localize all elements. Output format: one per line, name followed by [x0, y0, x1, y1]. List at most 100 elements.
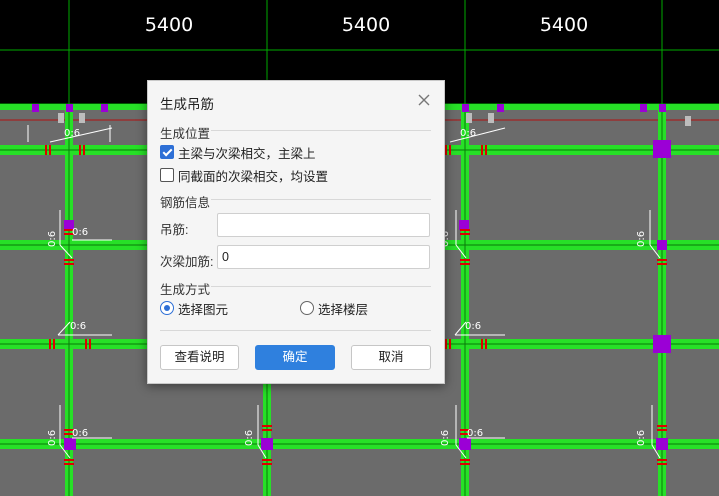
beam-annotation: 0:6 — [440, 429, 451, 446]
hanger-bar-mark — [64, 463, 74, 465]
hanger-bar-mark — [49, 145, 51, 155]
section-label-rebar: 钢筋信息 — [160, 196, 211, 210]
column — [653, 335, 671, 353]
hanger-bar-mark — [657, 463, 667, 465]
secondary-add-label: 次梁加筋: — [160, 255, 214, 269]
section-marker — [685, 116, 691, 126]
section-divider — [160, 330, 431, 331]
beam-annotation: 0:6 — [465, 321, 482, 332]
hanger-input[interactable] — [217, 213, 430, 237]
secondary-add-input[interactable]: 0 — [217, 245, 430, 269]
column — [32, 104, 39, 112]
radio-unselected-icon — [300, 301, 314, 315]
beam-annotation: 0:6 — [467, 428, 484, 439]
column — [64, 438, 76, 450]
beam-annotation: 0:6 — [636, 429, 647, 446]
hanger-bar-mark — [445, 145, 447, 155]
section-marker — [58, 113, 64, 123]
hanger-bar-mark — [485, 339, 487, 349]
hanger-bar-mark — [53, 339, 55, 349]
ok-button[interactable]: 确定 — [255, 345, 335, 370]
column — [657, 240, 667, 250]
column — [462, 104, 469, 112]
column — [459, 220, 469, 230]
hanger-bar-mark — [64, 259, 74, 261]
beam-annotation: 0:6 — [460, 128, 477, 139]
hanger-bar-mark — [262, 429, 272, 431]
beam-annotation: 0:6 — [72, 227, 89, 238]
select-floor-radio[interactable]: 选择楼层 — [300, 300, 369, 317]
section-marker — [79, 113, 85, 123]
hanger-bar-mark — [449, 145, 451, 155]
hanger-bar-mark — [262, 425, 272, 427]
main-secondary-intersect-checkbox[interactable]: 主梁与次梁相交，主梁上 — [160, 144, 316, 161]
checkbox-label: 主梁与次梁相交，主梁上 — [178, 146, 316, 161]
dimension-label: 5400 — [539, 14, 589, 36]
column — [261, 438, 273, 450]
beam-annotation: 0:6 — [47, 429, 58, 446]
hanger-bar-mark — [460, 463, 470, 465]
hanger-bar-mark — [445, 339, 447, 349]
column — [459, 438, 471, 450]
column — [640, 104, 647, 112]
hanger-bar-mark — [79, 145, 81, 155]
hanger-bar-mark — [45, 145, 47, 155]
column — [101, 104, 108, 112]
cancel-button[interactable]: 取消 — [351, 345, 431, 370]
hanger-bar-mark — [460, 459, 470, 461]
help-button[interactable]: 查看说明 — [160, 345, 239, 370]
hanger-bar-mark — [481, 145, 483, 155]
hanger-label: 吊筋: — [160, 223, 189, 237]
section-marker — [488, 113, 494, 123]
checkbox-checked-icon — [160, 145, 174, 159]
hanger-bar-mark — [657, 425, 667, 427]
beam-annotation: 0:6 — [636, 230, 647, 247]
hanger-bar-mark — [262, 459, 272, 461]
dialog-title: 生成吊筋 — [160, 97, 214, 112]
hanger-bar-mark — [485, 145, 487, 155]
section-label-method: 生成方式 — [160, 283, 211, 297]
hanger-bar-mark — [481, 339, 483, 349]
hanger-bar-mark — [657, 459, 667, 461]
hanger-bar-mark — [64, 459, 74, 461]
beam-annotation: 0:6 — [47, 230, 58, 247]
hanger-bar-mark — [657, 259, 667, 261]
dimension-label: 5400 — [341, 14, 391, 36]
beam-annotation: 0:6 — [64, 128, 81, 139]
same-section-secondary-checkbox[interactable]: 同截面的次梁相交，均设置 — [160, 167, 329, 184]
dimension-label: 5400 — [144, 14, 194, 36]
column — [656, 438, 668, 450]
section-marker — [466, 113, 472, 123]
hanger-bar-mark — [83, 145, 85, 155]
section-label-position: 生成位置 — [160, 127, 211, 141]
hanger-bar-mark — [460, 229, 470, 231]
radio-label: 选择图元 — [178, 302, 229, 317]
column — [653, 140, 671, 158]
checkbox-unchecked-icon — [160, 168, 174, 182]
hanger-bar-mark — [449, 339, 451, 349]
section-divider — [211, 130, 431, 131]
select-element-radio[interactable]: 选择图元 — [160, 300, 229, 317]
section-divider — [211, 286, 431, 287]
radio-selected-icon — [160, 301, 174, 315]
hanger-bar-mark — [460, 263, 470, 265]
hanger-bar-mark — [460, 233, 470, 235]
hanger-bar-mark — [49, 339, 51, 349]
hanger-bar-mark — [89, 339, 91, 349]
beam-annotation: 0:6 — [70, 321, 87, 332]
hanger-bar-mark — [657, 429, 667, 431]
generate-hanger-dialog: 生成吊筋 生成位置 主梁与次梁相交，主梁上 同截面的次梁相交，均设置 钢筋信息 … — [147, 80, 445, 384]
checkbox-label: 同截面的次梁相交，均设置 — [178, 169, 329, 184]
hanger-bar-mark — [460, 259, 470, 261]
column — [66, 104, 73, 112]
close-icon[interactable] — [417, 93, 431, 107]
beam-annotation: 0:6 — [244, 429, 255, 446]
hanger-bar-mark — [657, 263, 667, 265]
beam-annotation: 0:6 — [72, 428, 89, 439]
hanger-bar-mark — [64, 263, 74, 265]
column — [497, 104, 504, 112]
section-divider — [211, 199, 431, 200]
radio-label: 选择楼层 — [318, 302, 369, 317]
column — [659, 104, 666, 112]
hanger-bar-mark — [85, 339, 87, 349]
